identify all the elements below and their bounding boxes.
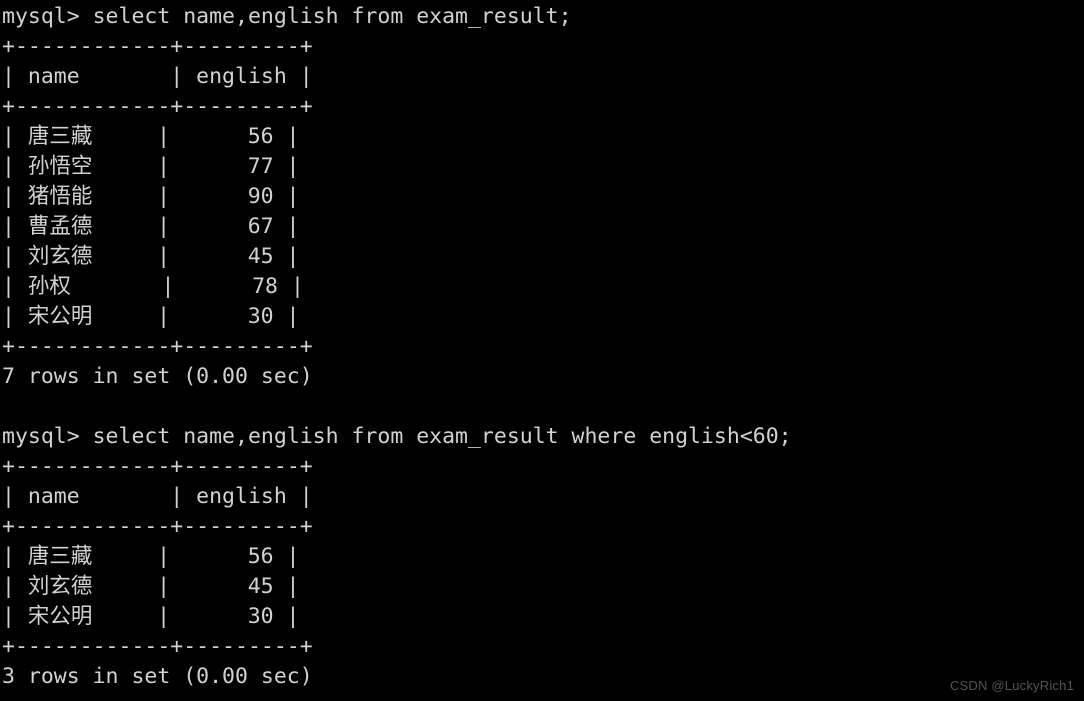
terminal-line-table-border: +------------+---------+ [2, 334, 313, 359]
watermark-label: CSDN @LuckyRich1 [949, 678, 1074, 693]
table-row: | 唐三藏 | 56 | [2, 544, 300, 569]
table-row: | 唐三藏 | 56 | [2, 124, 300, 149]
terminal-line-prompt-query-1: mysql> select name,english from exam_res… [2, 4, 572, 29]
table-row: | 刘玄德 | 45 | [2, 574, 300, 599]
terminal-line-table-border: +------------+---------+ [2, 94, 313, 119]
table-row: | 宋公明 | 30 | [2, 604, 300, 629]
table-row: | 宋公明 | 30 | [2, 304, 300, 329]
terminal-line-table-border: +------------+---------+ [2, 634, 313, 659]
terminal-window[interactable]: mysql> select name,english from exam_res… [0, 0, 1084, 701]
terminal-line-table-border: +------------+---------+ [2, 34, 313, 59]
terminal-line-prompt-query-2: mysql> select name,english from exam_res… [2, 424, 792, 449]
table-row: | 猪悟能 | 90 | [2, 184, 300, 209]
terminal-line-table-header: | name | english | [2, 64, 313, 89]
terminal-line-status-query-2: 3 rows in set (0.00 sec) [2, 664, 313, 689]
table-row: | 刘玄德 | 45 | [2, 244, 300, 269]
terminal-line-table-border: +------------+---------+ [2, 454, 313, 479]
terminal-line-table-header: | name | english | [2, 484, 313, 509]
table-row: | 孙悟空 | 77 | [2, 154, 300, 179]
table-row: | 孙权 | 78 | [2, 274, 304, 299]
table-row: | 曹孟德 | 67 | [2, 214, 300, 239]
terminal-line-table-border: +------------+---------+ [2, 514, 313, 539]
terminal-line-status-query-1: 7 rows in set (0.00 sec) [2, 364, 313, 389]
